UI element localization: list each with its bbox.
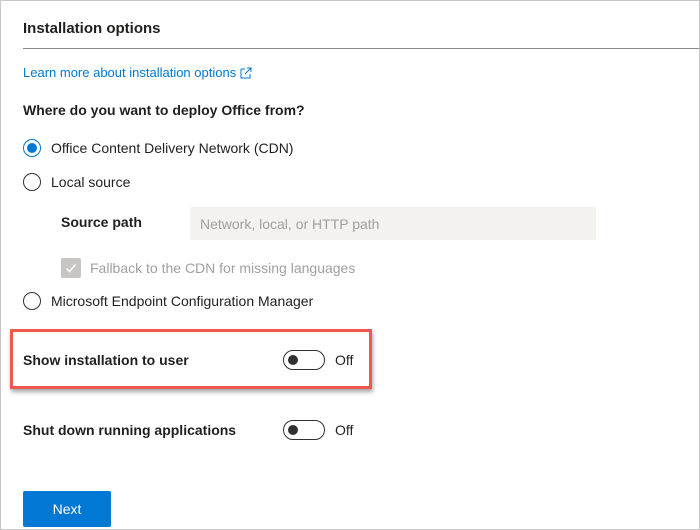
show-installation-toggle[interactable] — [283, 350, 325, 370]
fallback-checkbox[interactable] — [61, 258, 81, 278]
show-installation-state: Off — [335, 352, 354, 368]
show-installation-label: Show installation to user — [23, 352, 189, 368]
shut-down-apps-state: Off — [335, 422, 354, 438]
show-installation-row: Show installation to user Off — [23, 350, 353, 370]
shut-down-apps-toggle[interactable] — [283, 420, 325, 440]
radio-label-local-source: Local source — [51, 174, 131, 190]
installation-options-panel: Installation options Learn more about in… — [0, 0, 700, 530]
fallback-checkbox-row[interactable]: Fallback to the CDN for missing language… — [61, 258, 355, 278]
radio-label-cdn: Office Content Delivery Network (CDN) — [51, 140, 294, 156]
fallback-label: Fallback to the CDN for missing language… — [90, 260, 356, 276]
radio-label-mecm: Microsoft Endpoint Configuration Manager — [51, 293, 314, 309]
shut-down-apps-label: Shut down running applications — [23, 422, 237, 438]
source-path-input[interactable] — [190, 207, 596, 240]
radio-button[interactable] — [23, 292, 41, 310]
header-divider — [23, 48, 699, 49]
learn-more-link[interactable]: Learn more about installation options — [23, 65, 252, 80]
deploy-question: Where do you want to deploy Office from? — [23, 102, 305, 118]
radio-button[interactable] — [23, 173, 41, 191]
learn-more-link-label: Learn more about installation options — [23, 65, 237, 80]
radio-option-mecm[interactable]: Microsoft Endpoint Configuration Manager — [23, 292, 313, 310]
source-path-label: Source path — [61, 214, 142, 230]
section-title: Installation options — [23, 20, 161, 37]
radio-button-checked[interactable] — [23, 139, 41, 157]
radio-option-local-source[interactable]: Local source — [23, 173, 130, 191]
next-button[interactable]: Next — [23, 491, 111, 527]
shut-down-apps-row: Shut down running applications Off — [23, 420, 353, 440]
radio-option-cdn[interactable]: Office Content Delivery Network (CDN) — [23, 139, 293, 157]
checkmark-icon — [65, 264, 77, 273]
external-link-icon — [240, 67, 252, 79]
